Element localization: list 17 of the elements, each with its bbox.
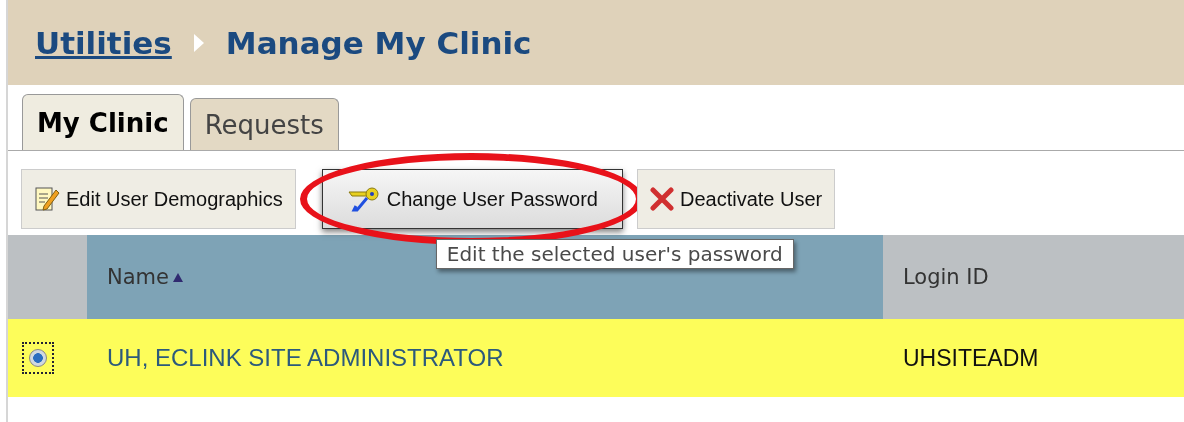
- breadcrumb-link[interactable]: Utilities: [35, 24, 172, 61]
- table-cell: UHSITEADM: [903, 344, 1039, 372]
- edit-button[interactable]: Edit User Demographics: [21, 169, 296, 229]
- key-icon: [346, 184, 381, 214]
- page-title: Manage My Clinic: [225, 24, 532, 61]
- password-button[interactable]: Change User Password: [321, 169, 623, 229]
- table-row[interactable]: UH, ECLINK SITE ADMINISTRATOR UHSITEADM: [8, 319, 1184, 397]
- tab[interactable]: Requests: [189, 98, 339, 150]
- close-icon: [649, 187, 674, 211]
- chevron-icon: [191, 31, 206, 54]
- column-header[interactable]: Login ID: [883, 235, 1184, 319]
- table-cell: UH, ECLINK SITE ADMINISTRATOR: [107, 344, 504, 372]
- tooltip: Edit the selected user's password: [435, 239, 794, 269]
- tab[interactable]: My Clinic: [22, 94, 184, 150]
- radio-button[interactable]: [22, 342, 54, 374]
- pencil-note-icon: [34, 184, 60, 214]
- deactivate-button[interactable]: Deactivate User: [636, 169, 836, 229]
